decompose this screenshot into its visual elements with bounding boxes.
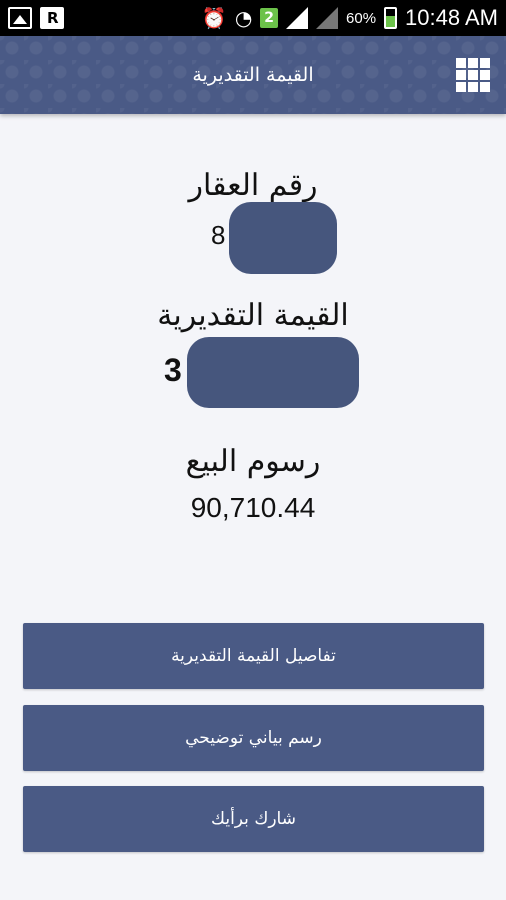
- redaction-block: [187, 337, 359, 408]
- grid-menu-icon[interactable]: [456, 58, 490, 92]
- app-icon: [40, 7, 64, 29]
- app-header: القيمة التقديرية: [0, 36, 506, 114]
- redaction-block: [229, 202, 337, 274]
- estimated-value-details-button[interactable]: تفاصيل القيمة التقديرية: [23, 623, 484, 689]
- page-title: القيمة التقديرية: [192, 64, 314, 86]
- sale-fees-label: رسوم البيع: [185, 444, 321, 479]
- status-bar-left: [8, 7, 64, 29]
- signal-icon-secondary: [316, 7, 339, 29]
- chart-button[interactable]: رسم بياني توضيحي: [23, 705, 484, 771]
- alarm-icon: ⏰: [201, 6, 227, 30]
- battery-level: [386, 16, 396, 27]
- sim-badge: 2: [260, 8, 279, 28]
- status-bar: ⏰ ◔ 2 60% 10:48 AM: [0, 0, 506, 36]
- gallery-icon: [8, 7, 32, 29]
- share-feedback-button[interactable]: شارك برأيك: [23, 786, 484, 852]
- property-number-label: رقم العقار: [188, 168, 318, 203]
- sale-fees-value: 90,710.44: [190, 492, 316, 523]
- signal-icon: [286, 7, 309, 29]
- estimated-value-label: القيمة التقديرية: [157, 298, 349, 333]
- battery-icon: [384, 7, 398, 29]
- status-bar-right: ⏰ ◔ 2 60% 10:48 AM: [202, 5, 498, 31]
- wifi-icon: ◔: [234, 6, 253, 30]
- status-time: 10:48 AM: [405, 5, 498, 30]
- battery-percent: 60%: [346, 9, 377, 27]
